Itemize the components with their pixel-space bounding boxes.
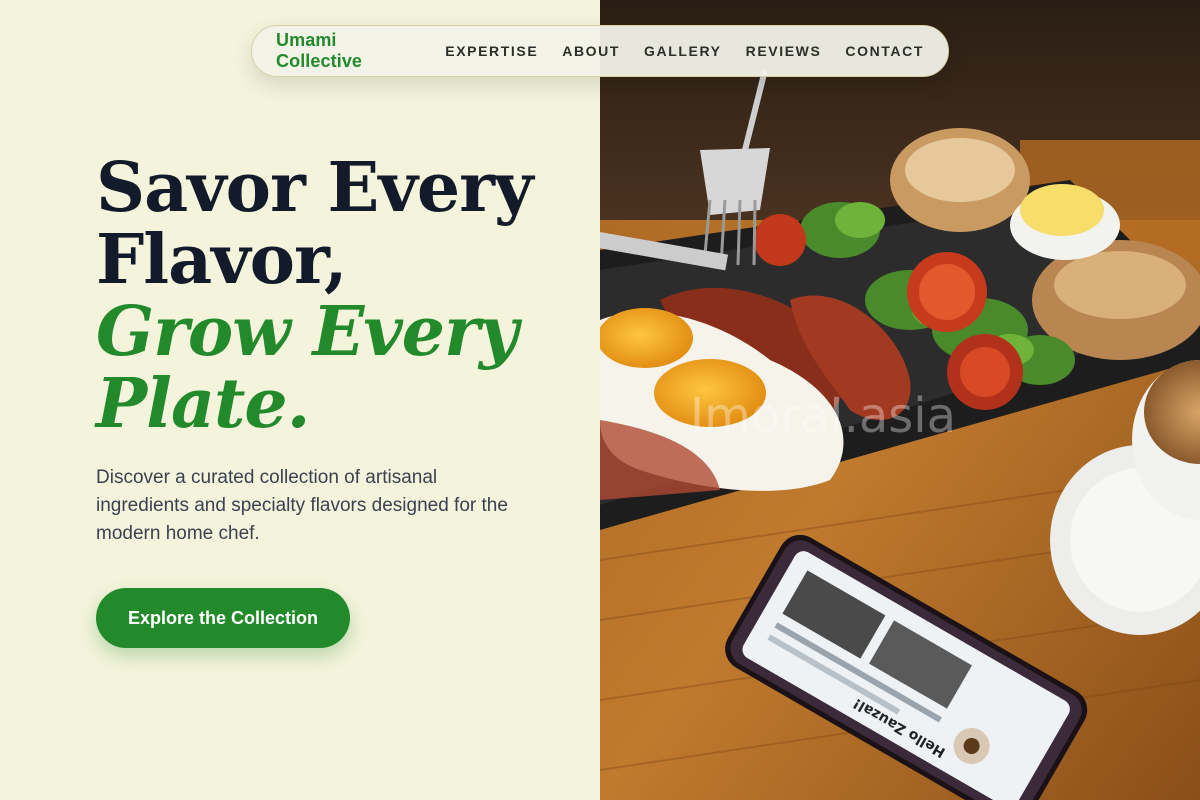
nav-link-gallery[interactable]: GALLERY <box>644 43 722 59</box>
hero-title-accent-line-1: Grow Every <box>96 292 518 372</box>
breakfast-photo: Hello Zauzal! ImoraI.asia <box>600 0 1200 800</box>
nav-link-expertise[interactable]: EXPERTISE <box>445 43 538 59</box>
brand-logo[interactable]: Umami Collective <box>276 30 413 72</box>
top-navigation: Umami Collective EXPERTISE ABOUT GALLERY… <box>251 25 949 77</box>
explore-collection-button[interactable]: Explore the Collection <box>96 588 350 648</box>
nav-link-about[interactable]: ABOUT <box>562 43 620 59</box>
hero-title: Savor Every Flavor, Grow Every Plate. <box>96 152 576 440</box>
nav-link-contact[interactable]: CONTACT <box>845 43 924 59</box>
hero-description: Discover a curated collection of artisan… <box>96 467 508 544</box>
image-watermark: ImoraI.asia <box>690 388 956 444</box>
hero-title-accent-line-2: Plate. <box>96 364 310 444</box>
hero-title-line-2: Flavor, <box>96 220 348 300</box>
hero-image: Hello Zauzal! ImoraI.asia <box>600 0 1200 800</box>
nav-link-reviews[interactable]: REVIEWS <box>746 43 822 59</box>
hero-title-line-1: Savor Every <box>96 148 533 228</box>
